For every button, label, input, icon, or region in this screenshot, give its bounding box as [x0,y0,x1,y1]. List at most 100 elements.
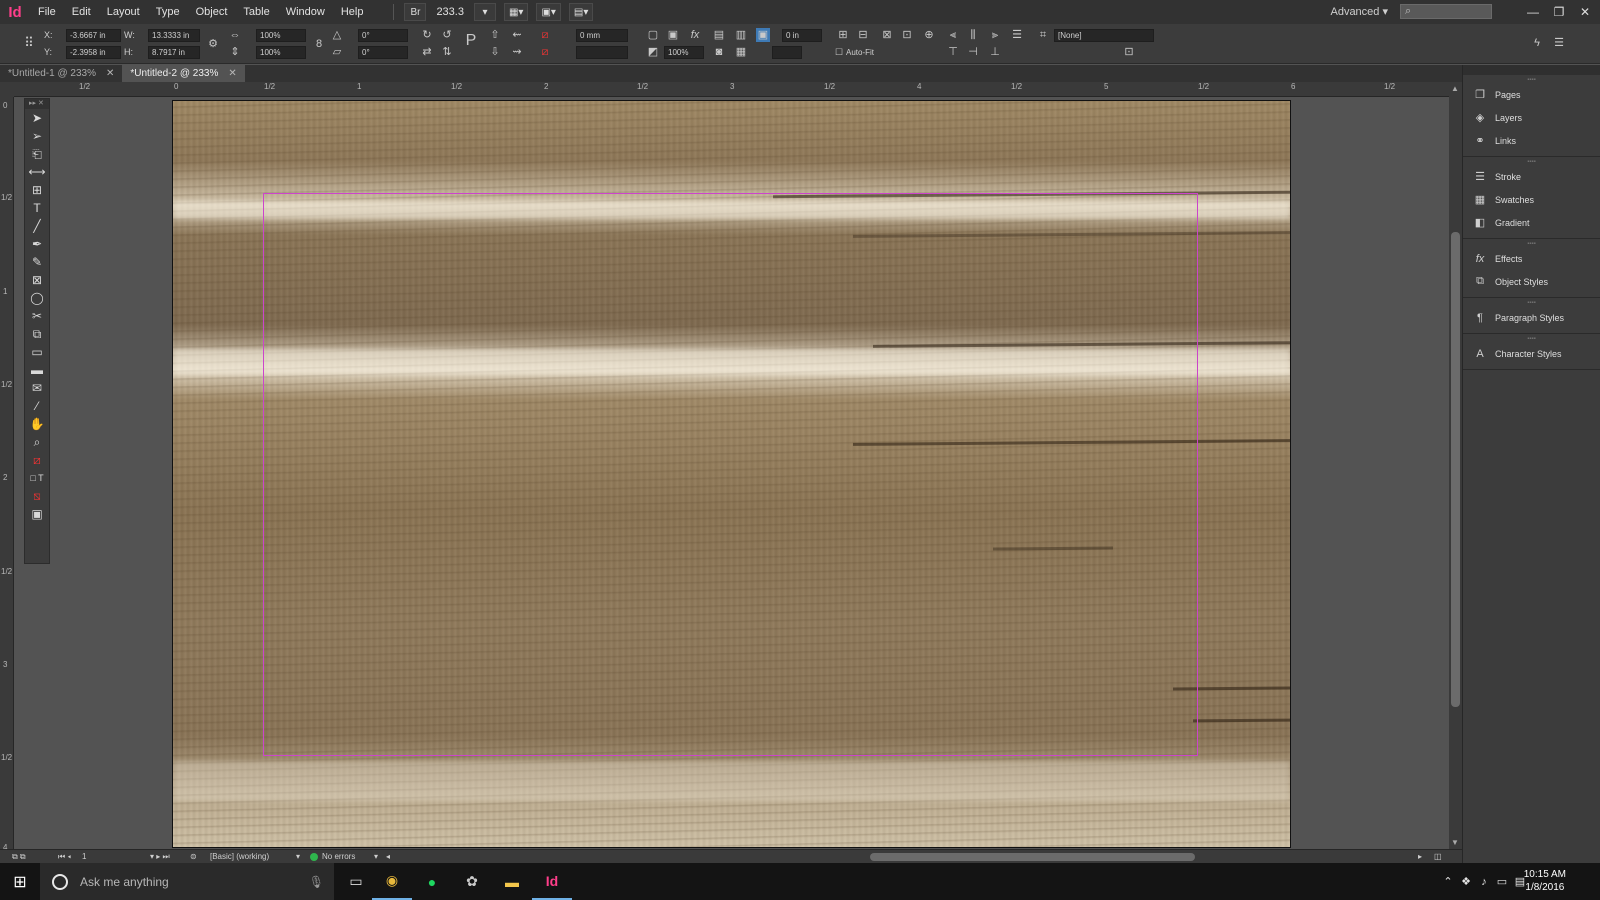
cortana-search[interactable]: Ask me anything 🎙 [40,863,334,900]
panel-swatches[interactable]: ▦ Swatches [1463,188,1600,211]
select-content-icon[interactable]: ⇩ [488,45,502,59]
zoom-level[interactable]: 233.3 [430,6,470,18]
workspace-switcher[interactable]: Advanced ▾ [1330,0,1388,24]
rotate-90-cw-icon[interactable]: ↻ [420,28,434,42]
menu-window[interactable]: Help [333,0,372,24]
select-next-icon[interactable]: ⇝ [510,45,524,59]
scale-y-field[interactable]: 100% [256,46,306,59]
height-field[interactable]: 8.7917 in [148,46,200,59]
panel-character-styles[interactable]: A Character Styles [1463,342,1600,365]
vertical-scrollbar[interactable]: ▲ ▼ [1449,82,1462,849]
vertical-ruler[interactable]: 0 1/2 1 1/2 2 1/2 3 1/2 4 [0,97,14,852]
align-left-icon[interactable]: ⫷ [946,28,960,42]
preflight-profile[interactable]: [Basic] (working) [210,850,269,864]
line-tool-icon[interactable]: ╱ [25,217,49,235]
fx-icon[interactable]: fx [688,28,702,42]
align-right-icon[interactable]: ⫸ [988,28,1002,42]
close-tab-icon[interactable]: ✕ [106,65,114,82]
minimize-icon[interactable]: — [1520,0,1546,24]
spotify-icon[interactable]: ● [412,863,452,900]
menu-layout[interactable]: Layout [99,0,148,24]
taskbar-clock[interactable]: 10:15 AM 1/8/2016 [1524,868,1566,894]
drop-shadow-icon[interactable]: ▢ [646,28,660,42]
errors-dropdown-icon[interactable]: ▾ [374,850,378,864]
lightning-icon[interactable]: ϟ [1530,36,1544,50]
stroke-style-field[interactable] [772,46,802,59]
document-page-wood-texture-image[interactable] [172,100,1291,848]
menu-file[interactable]: File [30,0,64,24]
windows-start-icon[interactable]: ⊞ [0,863,40,900]
menu-type[interactable]: Type [148,0,188,24]
scroll-right-icon[interactable]: ▸ [1418,850,1422,864]
align-top-icon[interactable]: ⊤ [946,45,960,59]
volume-icon[interactable]: ♪ [1476,863,1492,900]
free-transform-tool-icon[interactable]: ⧉ [25,325,49,343]
scale-x-field[interactable]: 100% [256,29,306,42]
frame-fitting-icon[interactable]: ▦ [734,45,748,59]
apply-none-icon[interactable]: ⧅ [25,487,49,505]
frame-options-icon[interactable]: ▥ [734,28,748,42]
scroll-up-icon[interactable]: ▲ [1451,84,1459,93]
gap-tool-icon[interactable]: ⟷ [25,163,49,181]
object-style-field[interactable]: [None] [1054,29,1154,42]
hand-tool-icon[interactable]: ✋ [25,415,49,433]
file-explorer-icon[interactable]: ▬ [492,863,532,900]
panel-object-styles[interactable]: ⧉ Object Styles [1463,270,1600,293]
task-view-icon[interactable]: ▭ [336,863,376,900]
distribute-icon[interactable]: ☰ [1010,28,1024,42]
reference-point-icon[interactable]: ⠿ [20,36,38,54]
quick-apply-icon[interactable]: ⊡ [1122,45,1136,59]
page-dropdown-icon[interactable]: ▾ ▸ ⏭ [150,850,170,864]
menu-view[interactable]: Window [278,0,333,24]
dropbox-tray-icon[interactable]: ❖ [1458,863,1474,900]
stroke-type-field[interactable] [576,46,628,59]
stroke-weight-field[interactable]: 0 mm [576,29,628,42]
scissors-tool-icon[interactable]: ✂ [25,307,49,325]
link-scale-icon[interactable]: 8 [312,37,326,51]
gradient-feather-tool-icon[interactable]: ▬ [25,361,49,379]
pencil-tool-icon[interactable]: ✎ [25,253,49,271]
microphone-icon[interactable]: 🎙 [309,875,324,889]
panel-effects[interactable]: fx Effects [1463,247,1600,270]
selection-tool-icon[interactable]: ➤ [25,109,49,127]
zoom-tool-icon[interactable]: ⌕ [25,433,49,451]
direct-selection-tool-icon[interactable]: ➢ [25,127,49,145]
page-tool-icon[interactable]: ⎗ [25,145,49,163]
align-bottom-icon[interactable]: ⊥ [988,45,1002,59]
select-previous-icon[interactable]: ⇜ [510,28,524,42]
first-page-icon[interactable]: ⏮ ◂ [58,850,71,864]
type-tool-icon[interactable]: T [25,199,49,217]
flip-vertical-icon[interactable]: ⇅ [440,45,454,59]
panel-menu-icon[interactable]: ☰ [1552,36,1566,50]
profile-dropdown-icon[interactable]: ▾ [296,850,300,864]
scroll-down-icon[interactable]: ▼ [1451,838,1459,847]
center-content-icon[interactable]: ⊕ [922,28,936,42]
menu-help[interactable] [371,0,387,24]
select-container-icon[interactable]: ⇧ [488,28,502,42]
fit-content-to-frame-icon[interactable]: ⊡ [900,28,914,42]
horizontal-scroll-thumb[interactable] [870,853,1195,861]
status-view-icon[interactable]: ⧉ ⧉ [12,850,26,864]
network-icon[interactable]: ▭ [1494,863,1510,900]
menu-table[interactable]: Table [235,0,277,24]
app-icon[interactable]: ✿ [452,863,492,900]
text-wrap-icon[interactable]: ▤ [712,28,726,42]
tools-panel-header[interactable]: ▸▸ ✕ [25,99,49,109]
ruler-corner[interactable] [0,82,14,97]
rotate-90-ccw-icon[interactable]: ↺ [440,28,454,42]
panel-gradient[interactable]: ◧ Gradient [1463,211,1600,234]
eyedropper-tool-icon[interactable]: ⁄ [25,397,49,415]
restore-icon[interactable]: ❐ [1546,0,1572,24]
zoom-dropdown-icon[interactable]: ▾ [473,3,496,21]
ellipse-tool-icon[interactable]: ◯ [25,289,49,307]
auto-fit-frame-icon[interactable]: ▣ [756,28,770,42]
constrain-proportions-icon[interactable]: ⚙ [206,37,220,51]
show-hidden-icons[interactable]: ⌃ [1440,863,1456,900]
note-tool-icon[interactable]: ✉ [25,379,49,397]
arrange-documents-button[interactable]: ▤▾ [568,3,594,21]
rotation-field[interactable]: 0° [358,29,408,42]
bridge-button[interactable]: Br [404,3,427,21]
fill-frame-proportionally-icon[interactable]: ⊠ [880,28,894,42]
close-icon[interactable]: ✕ [1572,0,1598,24]
formatting-affects-icon[interactable]: □ T [25,469,49,487]
